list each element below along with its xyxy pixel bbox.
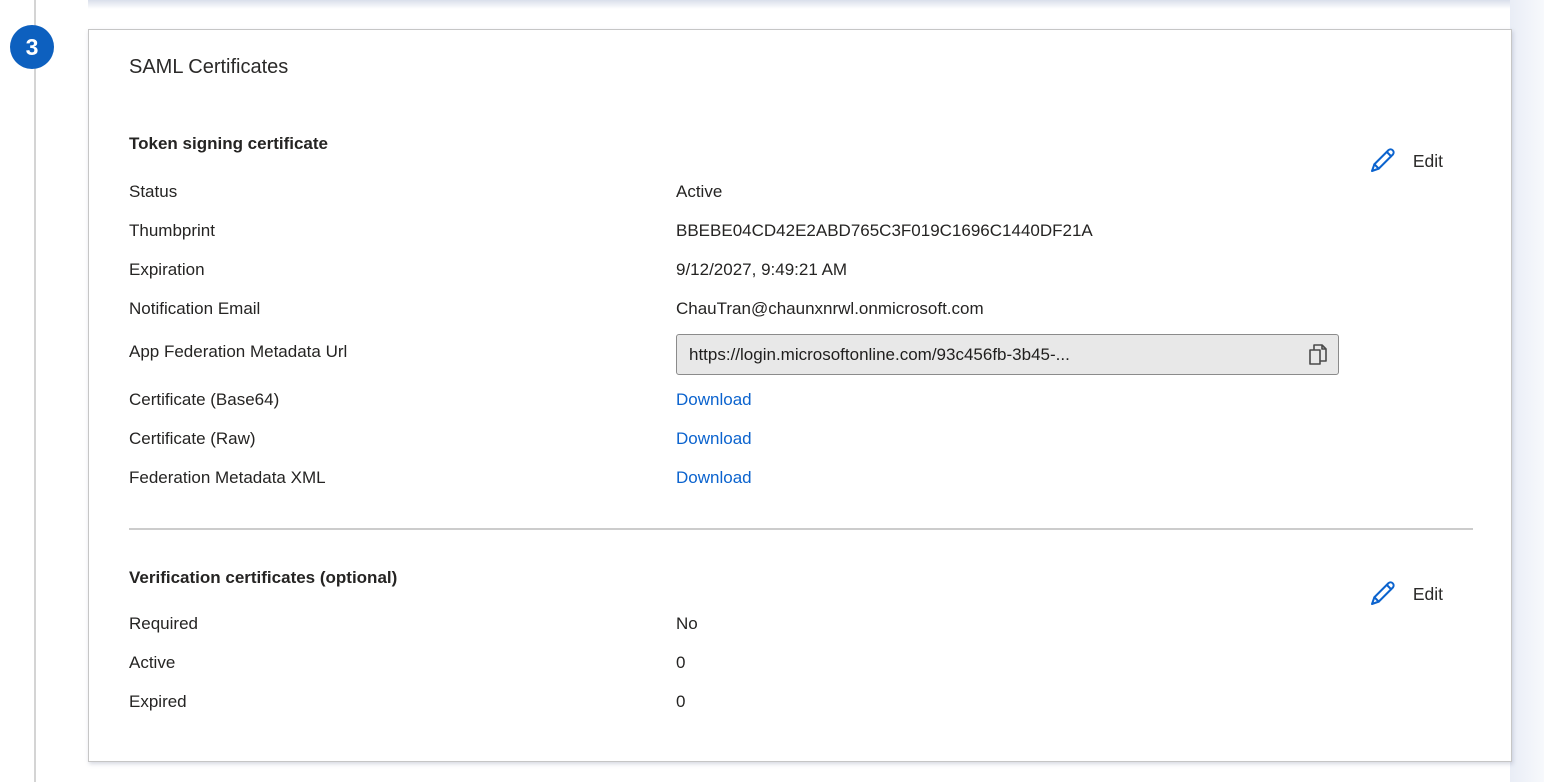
row-expiration: Expiration 9/12/2027, 9:49:21 AM [129, 258, 847, 282]
certificate-base64-label: Certificate (Base64) [129, 388, 676, 412]
row-status: Status Active [129, 180, 722, 204]
download-certificate-base64-link[interactable]: Download [676, 388, 752, 412]
row-active-count: Active 0 [129, 651, 685, 675]
edit-button-label: Edit [1413, 584, 1443, 605]
row-required: Required No [129, 612, 698, 636]
federation-metadata-xml-label: Federation Metadata XML [129, 466, 676, 490]
required-value: No [676, 612, 698, 636]
app-federation-metadata-url-field[interactable]: https://login.microsoftonline.com/93c456… [676, 334, 1339, 375]
row-certificate-raw: Certificate (Raw) Download [129, 427, 752, 451]
thumbprint-label: Thumbprint [129, 219, 676, 243]
row-thumbprint: Thumbprint BBEBE04CD42E2ABD765C3F019C169… [129, 219, 1093, 243]
row-notification-email: Notification Email ChauTran@chaunxnrwl.o… [129, 297, 984, 321]
expiration-label: Expiration [129, 258, 676, 282]
row-app-federation-metadata-url: App Federation Metadata Url [129, 340, 676, 364]
required-label: Required [129, 612, 676, 636]
copy-icon [1307, 343, 1328, 367]
card-title: SAML Certificates [129, 56, 288, 79]
pencil-icon [1367, 579, 1397, 609]
active-count-label: Active [129, 651, 676, 675]
edit-token-signing-button[interactable]: Edit [1367, 146, 1443, 176]
row-expired-count: Expired 0 [129, 690, 685, 714]
active-count-value: 0 [676, 651, 685, 675]
status-label: Status [129, 180, 676, 204]
notification-email-value: ChauTran@chaunxnrwl.onmicrosoft.com [676, 297, 984, 321]
edit-verification-certificates-button[interactable]: Edit [1367, 579, 1443, 609]
token-signing-certificate-heading: Token signing certificate [129, 134, 328, 154]
page-right-gutter [1510, 0, 1544, 782]
expired-count-label: Expired [129, 690, 676, 714]
thumbprint-value: BBEBE04CD42E2ABD765C3F019C1696C1440DF21A [676, 219, 1093, 243]
status-value: Active [676, 180, 722, 204]
saml-certificates-card: SAML Certificates Token signing certific… [88, 29, 1512, 762]
expired-count-value: 0 [676, 690, 685, 714]
row-federation-metadata-xml: Federation Metadata XML Download [129, 466, 752, 490]
app-federation-metadata-url-label: App Federation Metadata Url [129, 340, 676, 364]
verification-certificates-heading: Verification certificates (optional) [129, 568, 397, 588]
step-connector-line [34, 0, 36, 782]
notification-email-label: Notification Email [129, 297, 676, 321]
certificate-raw-label: Certificate (Raw) [129, 427, 676, 451]
download-certificate-raw-link[interactable]: Download [676, 427, 752, 451]
app-federation-metadata-url-value: https://login.microsoftonline.com/93c456… [689, 345, 1299, 365]
previous-section-bottom-edge [88, 0, 1544, 9]
row-certificate-base64: Certificate (Base64) Download [129, 388, 752, 412]
pencil-icon [1367, 146, 1397, 176]
edit-button-label: Edit [1413, 151, 1443, 172]
section-divider [129, 528, 1473, 530]
step-number: 3 [26, 34, 39, 61]
expiration-value: 9/12/2027, 9:49:21 AM [676, 258, 847, 282]
copy-url-button[interactable] [1307, 343, 1328, 367]
download-federation-metadata-xml-link[interactable]: Download [676, 466, 752, 490]
step-number-badge: 3 [10, 25, 54, 69]
